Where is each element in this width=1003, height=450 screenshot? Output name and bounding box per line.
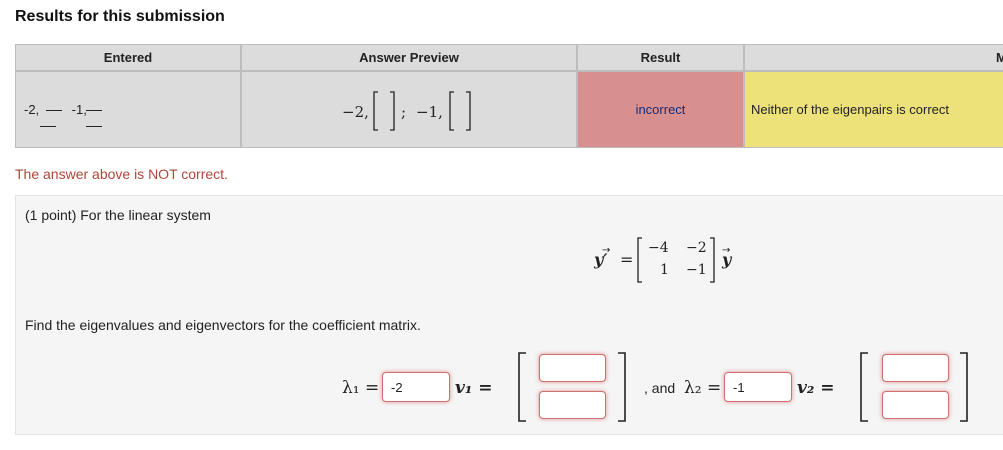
empty-entry-bar — [40, 126, 56, 127]
lambda1-label: λ₁ = — [342, 378, 380, 398]
result-status: incorrect — [635, 102, 686, 117]
column-header-entered: Entered — [15, 44, 241, 71]
empty-entry-bar — [86, 110, 102, 111]
results-table: Entered Answer Preview Result M -2, -1, … — [15, 44, 1003, 149]
empty-entry-bar — [46, 110, 62, 111]
v1-right-bracket — [618, 352, 626, 422]
column-header-answer-preview: Answer Preview — [241, 44, 577, 71]
left-bracket — [373, 91, 378, 131]
message-cell: Neither of the eigenpairs is correct — [744, 71, 1003, 148]
empty-entry-bar — [86, 126, 102, 127]
preview-lambda2: −1, — [416, 103, 443, 121]
answer-preview-math: −2, ; −1, — [342, 91, 471, 131]
incorrect-warning: The answer above is NOT correct. — [15, 166, 228, 182]
v1-label: v₁ = — [455, 378, 493, 398]
entered-cell: -2, -1, — [15, 71, 241, 148]
left-bracket — [449, 91, 454, 131]
v2-right-bracket — [960, 352, 968, 422]
and-label: , and — [644, 380, 676, 396]
result-message: Neither of the eigenpairs is correct — [751, 102, 949, 117]
answer-row: λ₁ = v₁ = , and λ₂ = v₂ = — [16, 196, 1003, 434]
results-title: Results for this submission — [15, 8, 225, 25]
result-cell: incorrect — [577, 71, 744, 148]
column-header-message: M — [744, 44, 1003, 71]
v2-label: v₂ = — [797, 378, 835, 398]
preview-separator: ; — [401, 103, 406, 121]
right-bracket — [466, 91, 471, 131]
v1-left-bracket — [518, 352, 526, 422]
v2-component-1-input[interactable] — [882, 354, 949, 382]
lambda2-label: λ₂ = — [684, 378, 722, 398]
problem-panel: (1 point) For the linear system y′ → = −… — [15, 195, 1003, 435]
v1-component-1-input[interactable] — [539, 354, 606, 382]
v2-component-2-input[interactable] — [882, 391, 949, 419]
lambda2-input[interactable] — [724, 372, 792, 402]
right-bracket — [390, 91, 395, 131]
v1-component-2-input[interactable] — [539, 391, 606, 419]
preview-lambda1: −2, — [342, 103, 369, 121]
lambda1-input[interactable] — [382, 372, 450, 402]
answer-preview-cell: −2, ; −1, — [241, 71, 577, 148]
v2-left-bracket — [860, 352, 868, 422]
column-header-result: Result — [577, 44, 744, 71]
